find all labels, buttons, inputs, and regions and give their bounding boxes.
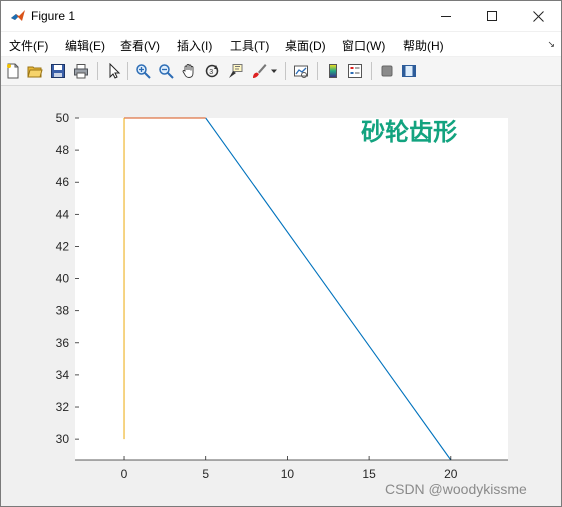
y-tick-label: 32 xyxy=(56,400,70,414)
x-tick-label: 10 xyxy=(281,467,295,481)
x-tick-label: 20 xyxy=(444,467,458,481)
chart-annotation: 砂轮齿形 xyxy=(361,118,457,146)
y-tick-label: 34 xyxy=(56,368,70,382)
x-tick-label: 15 xyxy=(362,467,376,481)
y-tick-label: 48 xyxy=(56,143,70,157)
y-tick-label: 42 xyxy=(56,239,70,253)
y-tick-label: 40 xyxy=(56,272,70,286)
y-tick-label: 50 xyxy=(56,111,70,125)
y-tick-label: 44 xyxy=(56,207,70,221)
y-tick-label: 36 xyxy=(56,336,70,350)
plot-area: 0 5 10 15 20 30 32 34 36 38 40 42 44 46 48 50 砂轮齿形 xyxy=(56,111,508,481)
y-tick-label: 46 xyxy=(56,175,70,189)
y-tick-label: 38 xyxy=(56,304,70,318)
x-tick-label: 0 xyxy=(121,467,128,481)
watermark-text: CSDN @woodykissme xyxy=(385,481,527,497)
axes-background xyxy=(75,118,508,460)
figure-window: Figure 1 文件(F) 编辑(E) 查看(V) 插入(I) 工具(T) 桌… xyxy=(0,0,562,507)
x-tick-label: 5 xyxy=(202,467,209,481)
x-axis: 0 5 10 15 20 xyxy=(75,456,508,481)
y-tick-label: 30 xyxy=(56,432,70,446)
